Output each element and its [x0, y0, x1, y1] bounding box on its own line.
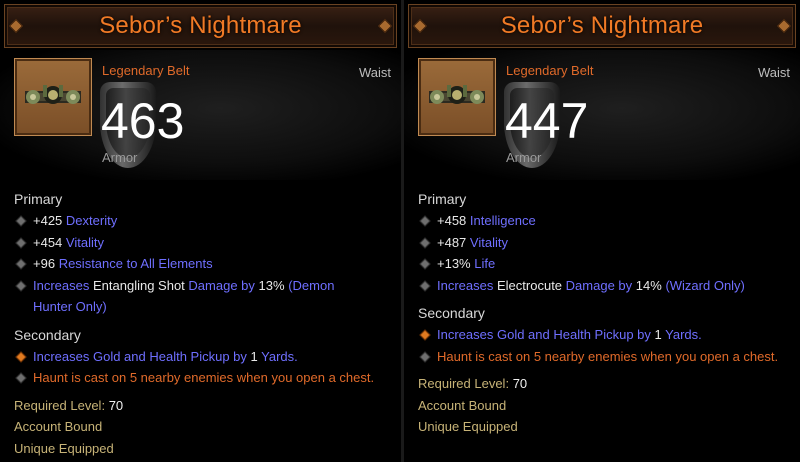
legendary-power-text: Haunt is cast on 5 nearby enemies when y…: [33, 370, 375, 385]
unique-equipped: Unique Equipped: [14, 440, 114, 456]
primary-stat: +487 Vitality: [418, 232, 794, 254]
stat-unit: Yards.: [261, 348, 298, 364]
primary-stat: +458 Intelligence: [418, 210, 794, 232]
primary-heading: Primary: [14, 191, 63, 207]
required-level: Required Level: 70: [418, 373, 794, 395]
secondary-heading: Secondary: [14, 326, 81, 343]
item-title: Sebor’s Nightmare: [99, 12, 302, 39]
stat-value: 14%: [635, 277, 662, 293]
stat-value: +13%: [437, 256, 471, 271]
stat-value: +454: [33, 234, 63, 250]
primary-heading: Primary: [418, 191, 467, 207]
diamond-bullet-icon: [15, 258, 27, 270]
armor-label: Armor: [102, 150, 138, 165]
stat-name: Vitality: [469, 234, 508, 250]
belt-icon: [25, 85, 81, 104]
item-properties: Primary +425 Dexterity +454 Vitality +96…: [14, 188, 395, 459]
item-icon-frame: [14, 58, 92, 136]
stat-name: Intelligence: [469, 213, 536, 228]
required-level-value: 70: [512, 376, 528, 391]
diamond-bullet-icon: [15, 372, 27, 384]
item-tooltip-right: Sebor’s Nightmare Legendary Belt Waist 4…: [404, 0, 800, 462]
stat-prefix: Increases: [437, 277, 494, 293]
item-title: Sebor’s Nightmare: [500, 12, 704, 39]
stat-value: +487: [437, 234, 467, 250]
item-type: Legendary Belt: [506, 63, 594, 78]
secondary-heading: Secondary: [418, 305, 485, 321]
tooltip-header: Sebor’s Nightmare: [408, 4, 796, 48]
stat-unit: Yards.: [665, 327, 702, 342]
diamond-bullet-icon: [419, 279, 431, 292]
legendary-power: Haunt is cast on 5 nearby enemies when y…: [14, 367, 395, 389]
stat-name: Dexterity: [65, 213, 118, 228]
required-level-label: Required Level:: [14, 397, 106, 413]
required-level: Required Level: 70: [14, 395, 395, 417]
primary-stat: +425 Dexterity: [14, 210, 395, 232]
stat-prefix: Increases: [33, 277, 90, 293]
stat-text: Increases Gold and Health Pickup by: [33, 348, 247, 364]
diamond-bullet-icon: [419, 236, 431, 249]
skill-name: Electrocute: [497, 277, 563, 293]
item-tooltip-left: Sebor’s Nightmare Legendary Belt Waist 4…: [0, 0, 404, 462]
belt-icon: [429, 85, 485, 104]
account-bound: Account Bound: [14, 419, 103, 434]
class-restriction-cont: Hunter Only): [33, 299, 107, 314]
armor-label: Armor: [506, 150, 542, 165]
diamond-bullet-icon: [15, 215, 27, 227]
diamond-bullet-icon: [419, 350, 431, 363]
stat-name: Vitality: [65, 234, 104, 250]
stat-value: 13%: [258, 277, 285, 293]
stat-value: +96: [33, 256, 56, 271]
tooltip-comparison: Sebor’s Nightmare Legendary Belt Waist 4…: [0, 0, 800, 462]
diamond-bullet-icon: [15, 236, 27, 249]
stat-name: Resistance to All Elements: [58, 256, 213, 271]
legendary-power-text: Haunt is cast on 5 nearby enemies when y…: [437, 348, 779, 364]
item-properties: Primary +458 Intelligence +487 Vitality …: [418, 188, 794, 438]
class-restriction: (Wizard Only): [665, 277, 745, 293]
stat-value: +458: [437, 213, 467, 228]
item-slot: Waist: [757, 65, 790, 80]
legendary-power: Haunt is cast on 5 nearby enemies when y…: [418, 346, 794, 368]
secondary-stat: Increases Gold and Health Pickup by 1 Ya…: [14, 346, 395, 368]
skill-name: Entangling Shot: [93, 277, 185, 293]
stat-text: Increases Gold and Health Pickup by: [437, 327, 651, 342]
stat-name: Life: [474, 256, 496, 271]
diamond-bullet-icon: [419, 329, 431, 341]
primary-stat: +454 Vitality: [14, 232, 395, 254]
stat-value: 1: [250, 348, 258, 364]
item-type: Legendary Belt: [102, 63, 190, 78]
item-slot: Waist: [358, 65, 391, 80]
diamond-bullet-icon: [15, 350, 27, 363]
tooltip-header: Sebor’s Nightmare: [4, 4, 397, 48]
stat-text: Damage by: [565, 277, 633, 293]
stat-value: +425: [33, 213, 63, 228]
skill-bonus-stat: Increases Electrocute Damage by 14% (Wiz…: [418, 275, 794, 297]
primary-stat: +96 Resistance to All Elements: [14, 253, 395, 275]
required-level-label: Required Level:: [418, 376, 510, 391]
diamond-bullet-icon: [419, 258, 431, 270]
account-bound: Account Bound: [418, 397, 507, 413]
secondary-stat: Increases Gold and Health Pickup by 1 Ya…: [418, 324, 794, 346]
primary-stat: +13% Life: [418, 253, 794, 275]
armor-value: 447: [505, 93, 589, 149]
class-restriction: (Demon: [288, 277, 335, 293]
item-icon-frame: [418, 58, 496, 136]
diamond-bullet-icon: [419, 215, 431, 227]
stat-text: Damage by: [188, 277, 255, 293]
diamond-bullet-icon: [15, 279, 27, 292]
armor-value: 463: [101, 93, 185, 149]
unique-equipped: Unique Equipped: [418, 419, 518, 434]
skill-bonus-stat: Increases Entangling Shot Damage by 13% …: [14, 275, 395, 318]
stat-value: 1: [654, 327, 662, 342]
required-level-value: 70: [108, 397, 124, 413]
